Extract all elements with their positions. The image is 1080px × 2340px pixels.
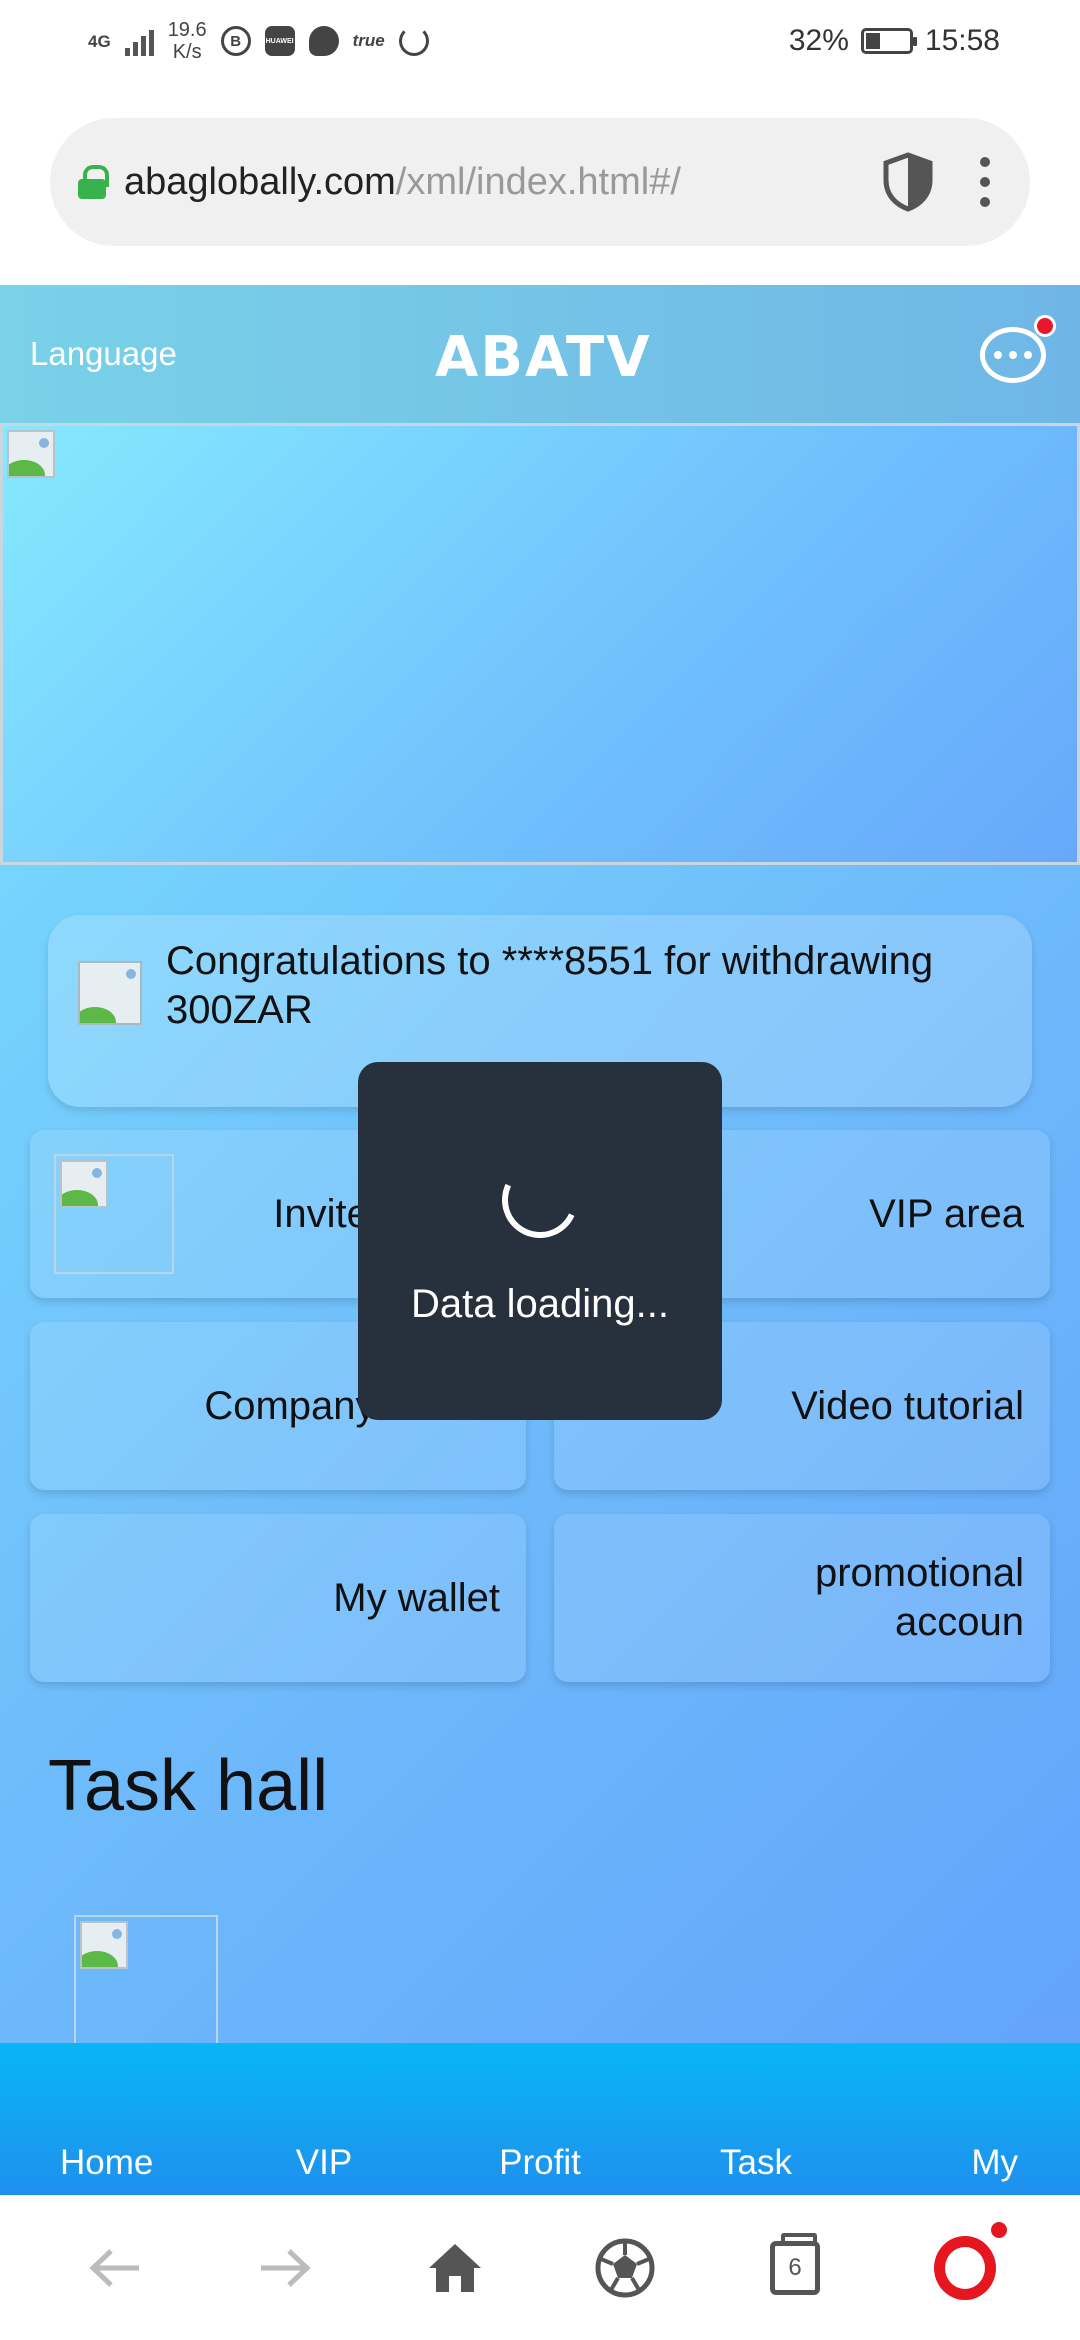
my-wallet-label: My wallet [333, 1575, 500, 1620]
opera-notification-dot [988, 2218, 1010, 2241]
b-app-icon: B [220, 26, 251, 56]
chat-app-icon [308, 26, 339, 56]
status-left: 4G 19.6 K/s B HUAWEI true [88, 19, 429, 63]
status-bar: 4G 19.6 K/s B HUAWEI true 32% 15:58 [0, 0, 1080, 82]
message-icon [980, 327, 1046, 383]
soccer-ball-icon[interactable] [590, 2233, 660, 2303]
lock-icon [78, 165, 109, 199]
nav-task[interactable]: Task [648, 2143, 864, 2183]
vip-area-label: VIP area [869, 1191, 1024, 1236]
invite-friends-image [54, 1154, 174, 1274]
network-type: 4G [88, 31, 111, 51]
promotional-account-label: promotional accoun [815, 1514, 1024, 1682]
broken-image-icon [60, 1160, 108, 1208]
forward-arrow-icon[interactable] [250, 2233, 320, 2303]
message-button[interactable] [980, 315, 1056, 387]
promotional-label-line2: accoun [895, 1600, 1024, 1644]
broken-image-icon [7, 430, 55, 478]
task-image[interactable] [74, 1915, 218, 2055]
loading-spinner-icon [491, 1151, 589, 1249]
speed-unit: K/s [172, 41, 202, 63]
tabs-icon: 6 [770, 2232, 820, 2295]
opera-icon [934, 2235, 996, 2300]
speed-value: 19.6 [167, 19, 207, 41]
nav-my[interactable]: My [864, 2143, 1080, 2183]
app-header: Language ABATV [0, 285, 1080, 423]
task-hall-heading: Task hall [48, 1746, 329, 1826]
battery-percent: 32% [788, 24, 849, 57]
notification-dot [1034, 315, 1056, 337]
home-icon[interactable] [420, 2233, 490, 2303]
address-bar[interactable]: abaglobally.com/xml/index.html#/ [50, 118, 1030, 246]
promotional-label-line1: promotional [814, 1551, 1024, 1595]
browser-toolbar: 6 [0, 2195, 1080, 2340]
notice-speaker-image [78, 961, 142, 1025]
url-text[interactable]: abaglobally.com/xml/index.html#/ [124, 161, 681, 204]
promotional-account-button[interactable]: promotional accoun [554, 1514, 1050, 1682]
network-speed: 19.6 K/s [168, 19, 207, 63]
url-path: /xml/index.html#/ [395, 160, 681, 203]
nav-vip[interactable]: VIP [216, 2143, 432, 2183]
huawei-app-icon: HUAWEI [264, 26, 295, 56]
loading-text: Data loading... [411, 1282, 669, 1326]
true-app-icon: true [352, 31, 385, 50]
loading-toast: Data loading... [358, 1062, 722, 1420]
url-domain: abaglobally.com [124, 160, 396, 203]
sync-icon [398, 26, 429, 56]
video-tutorial-label: Video tutorial [791, 1383, 1024, 1428]
shield-icon[interactable] [882, 152, 934, 212]
signal-icon [124, 26, 154, 56]
broken-image-icon [80, 1921, 128, 1969]
my-wallet-button[interactable]: My wallet [30, 1514, 526, 1682]
back-arrow-icon[interactable] [80, 2233, 150, 2303]
tabs-button[interactable]: 6 [760, 2232, 830, 2303]
notice-text: Congratulations to ****8551 for withdraw… [166, 939, 934, 1032]
app-bottom-nav: Home VIP Profit Task My [0, 2043, 1080, 2195]
status-right: 32% 15:58 [789, 24, 1000, 58]
language-button[interactable]: Language [30, 335, 177, 373]
browser-menu-icon[interactable] [980, 157, 990, 207]
battery-icon [860, 28, 917, 54]
logo: ABATV [435, 325, 652, 390]
clock: 15:58 [924, 24, 1000, 57]
nav-home[interactable]: Home [0, 2143, 216, 2183]
opera-menu-button[interactable] [930, 2218, 1010, 2303]
nav-profit[interactable]: Profit [432, 2143, 648, 2183]
banner-image[interactable] [0, 423, 1080, 865]
